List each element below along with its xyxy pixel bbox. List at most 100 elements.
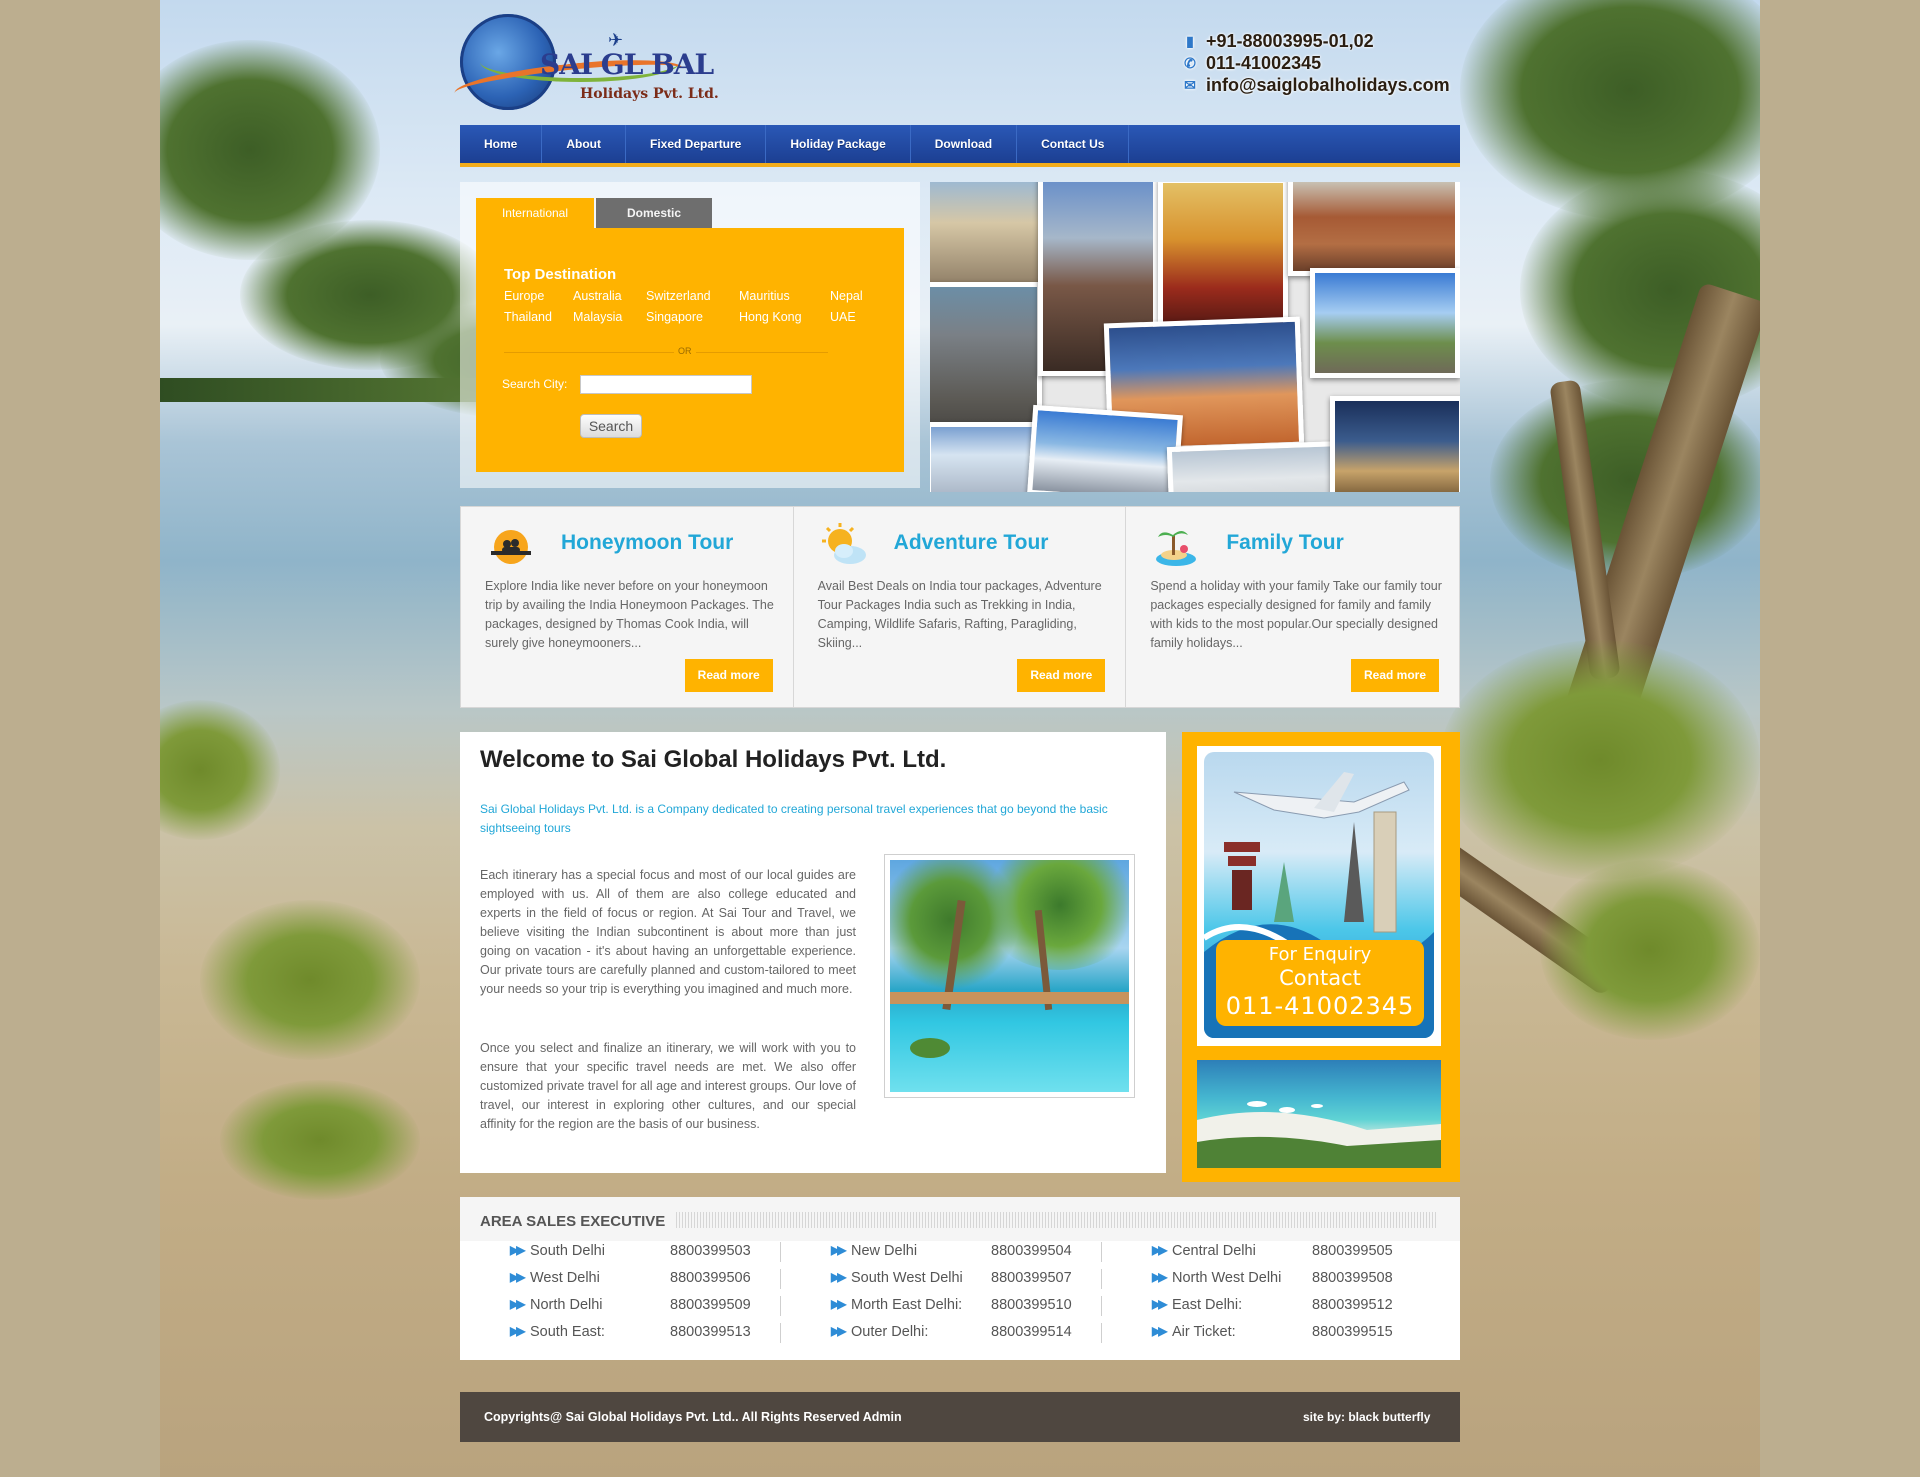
header-contacts: ▮ +91-88003995-01,02 ✆ 011-41002345 ✉ info@… <box>1180 30 1470 96</box>
site-logo[interactable]: ✈ SAI GL BAL Holidays Pvt. Ltd. <box>452 12 720 112</box>
sales-area: East Delhi: <box>1172 1297 1243 1313</box>
arrow-bullet-icon: ▶▶ <box>1152 1324 1168 1338</box>
sales-area: North West Delhi <box>1172 1270 1282 1286</box>
welcome-intro: Sai Global Holidays Pvt. Ltd. is a Compa… <box>480 802 1108 835</box>
sales-area: New Delhi <box>851 1243 918 1259</box>
read-more-button[interactable]: Read more <box>684 659 773 692</box>
feature-text: Spend a holiday with your family Take ou… <box>1150 579 1442 650</box>
area-sales-title: AREA SALES EXECUTIVE <box>480 1213 666 1230</box>
arrow-bullet-icon: ▶▶ <box>510 1297 526 1311</box>
phone-icon: ✆ <box>1184 54 1196 71</box>
sales-area: South Delhi <box>530 1243 605 1259</box>
destination-link-mauritius[interactable]: Mauritius <box>739 289 790 303</box>
tour-features: Honeymoon Tour Explore India like never … <box>460 506 1460 708</box>
arrow-bullet-icon: ▶▶ <box>510 1324 526 1338</box>
arrow-bullet-icon: ▶▶ <box>1152 1270 1168 1284</box>
feature-title: Adventure Tour <box>893 531 1049 554</box>
nav-about[interactable]: About <box>542 125 626 163</box>
arrow-bullet-icon: ▶▶ <box>831 1297 847 1311</box>
arrow-bullet-icon: ▶▶ <box>831 1270 847 1284</box>
destination-link-nepal[interactable]: Nepal <box>830 289 863 303</box>
enquiry-contact-label: Contact <box>1279 966 1361 990</box>
feature-honeymoon: Honeymoon Tour Explore India like never … <box>461 507 794 707</box>
feature-title: Family Tour <box>1226 531 1344 554</box>
search-button[interactable]: Search <box>580 414 642 438</box>
decorative-stripe <box>676 1212 1438 1228</box>
destination-link-singapore[interactable]: Singapore <box>646 310 703 324</box>
sun-cloud-icon <box>821 523 866 564</box>
resort-pool-photo <box>884 854 1135 1098</box>
destination-link-europe[interactable]: Europe <box>504 289 544 303</box>
read-more-button[interactable]: Read more <box>1017 659 1106 692</box>
tab-domestic[interactable]: Domestic <box>596 198 712 228</box>
main-nav: Home About Fixed Departure Holiday Packa… <box>460 125 1460 167</box>
sales-area: Central Delhi <box>1172 1243 1256 1259</box>
sales-area: South East: <box>530 1324 605 1340</box>
tab-international[interactable]: International <box>476 198 594 228</box>
arrow-bullet-icon: ▶▶ <box>831 1243 847 1257</box>
arrow-bullet-icon: ▶▶ <box>1152 1243 1168 1257</box>
sales-area: Outer Delhi: <box>851 1324 929 1340</box>
destination-link-hong-kong[interactable]: Hong Kong <box>739 310 802 324</box>
sales-phone: 8800399505 <box>1312 1243 1393 1259</box>
feature-text: Explore India like never before on your … <box>485 579 774 650</box>
sales-area: South West Delhi <box>851 1270 963 1286</box>
sales-area: Morth East Delhi: <box>851 1297 963 1313</box>
enquiry-contact-box[interactable]: For Enquiry Contact 011-41002345 <box>1216 940 1424 1026</box>
header-mobile: +91-88003995-01,02 <box>1206 30 1374 51</box>
welcome-title: Welcome to Sai Global Holidays Pvt. Ltd. <box>480 746 947 773</box>
welcome-paragraph: Once you select and finalize an itinerar… <box>480 1041 856 1131</box>
feature-family: Family Tour Spend a holiday with your fa… <box>1126 507 1459 707</box>
feature-text: Avail Best Deals on India tour packages,… <box>817 579 1102 650</box>
enquiry-phone: 011-41002345 <box>1225 992 1415 1020</box>
footer-site-by-link[interactable]: site by: black butterfly <box>1303 1410 1430 1424</box>
destination-link-thailand[interactable]: Thailand <box>504 310 552 324</box>
footer-copyright: Copyrights@ Sai Global Holidays Pvt. Ltd… <box>484 1410 902 1424</box>
nav-holiday-package[interactable]: Holiday Package <box>766 125 911 163</box>
sales-phone: 8800399507 <box>991 1270 1072 1286</box>
arrow-bullet-icon: ▶▶ <box>510 1243 526 1257</box>
read-more-button[interactable]: Read more <box>1351 659 1440 692</box>
search-city-input[interactable] <box>580 375 752 394</box>
destination-link-malaysia[interactable]: Malaysia <box>573 310 622 324</box>
sales-phone: 8800399504 <box>991 1243 1072 1259</box>
feature-adventure: Adventure Tour Avail Best Deals on India… <box>794 507 1127 707</box>
mobile-phone-icon: ▮ <box>1186 32 1194 49</box>
top-destination-heading: Top Destination <box>504 266 617 283</box>
arrow-bullet-icon: ▶▶ <box>831 1324 847 1338</box>
sales-phone: 8800399512 <box>1312 1297 1393 1313</box>
sales-phone: 8800399508 <box>1312 1270 1393 1286</box>
couple-sunset-icon <box>491 530 531 564</box>
destination-photo-collage <box>930 182 1460 492</box>
header-landline: 011-41002345 <box>1206 52 1322 73</box>
nav-fixed-departure[interactable]: Fixed Departure <box>626 125 767 163</box>
destination-link-uae[interactable]: UAE <box>830 310 856 324</box>
enquiry-label: For Enquiry <box>1268 944 1372 965</box>
arrow-bullet-icon: ▶▶ <box>510 1270 526 1284</box>
nav-download[interactable]: Download <box>911 125 1018 163</box>
destination-link-australia[interactable]: Australia <box>573 289 622 303</box>
sales-phone: 8800399510 <box>991 1297 1072 1313</box>
arrow-bullet-icon: ▶▶ <box>1152 1297 1168 1311</box>
logo-subtitle: Holidays Pvt. Ltd. <box>580 86 719 102</box>
feature-title: Honeymoon Tour <box>561 531 734 554</box>
sales-phone: 8800399515 <box>1312 1324 1393 1340</box>
header-email[interactable]: info@saiglobalholidays.com <box>1206 75 1450 96</box>
or-divider <box>504 352 828 353</box>
destination-link-switzerland[interactable]: Switzerland <box>646 289 711 303</box>
nav-home[interactable]: Home <box>460 125 543 163</box>
sales-phone: 8800399503 <box>670 1243 751 1259</box>
sales-phone: 8800399509 <box>670 1297 751 1313</box>
sales-phone: 8800399506 <box>670 1270 751 1286</box>
email-icon: ✉ <box>1184 76 1196 93</box>
search-city-label: Search City: <box>502 377 568 391</box>
logo-title: SAI GL BAL <box>540 48 714 81</box>
sales-area: West Delhi <box>530 1270 600 1286</box>
tropical-beach-image <box>1197 1060 1441 1168</box>
sales-area: North Delhi <box>530 1297 603 1313</box>
or-label: OR <box>674 346 696 356</box>
sales-area: Air Ticket: <box>1172 1324 1236 1340</box>
beach-island-icon <box>1156 531 1197 566</box>
welcome-paragraph: Each itinerary has a special focus and m… <box>480 868 856 996</box>
nav-contact-us[interactable]: Contact Us <box>1017 125 1130 163</box>
